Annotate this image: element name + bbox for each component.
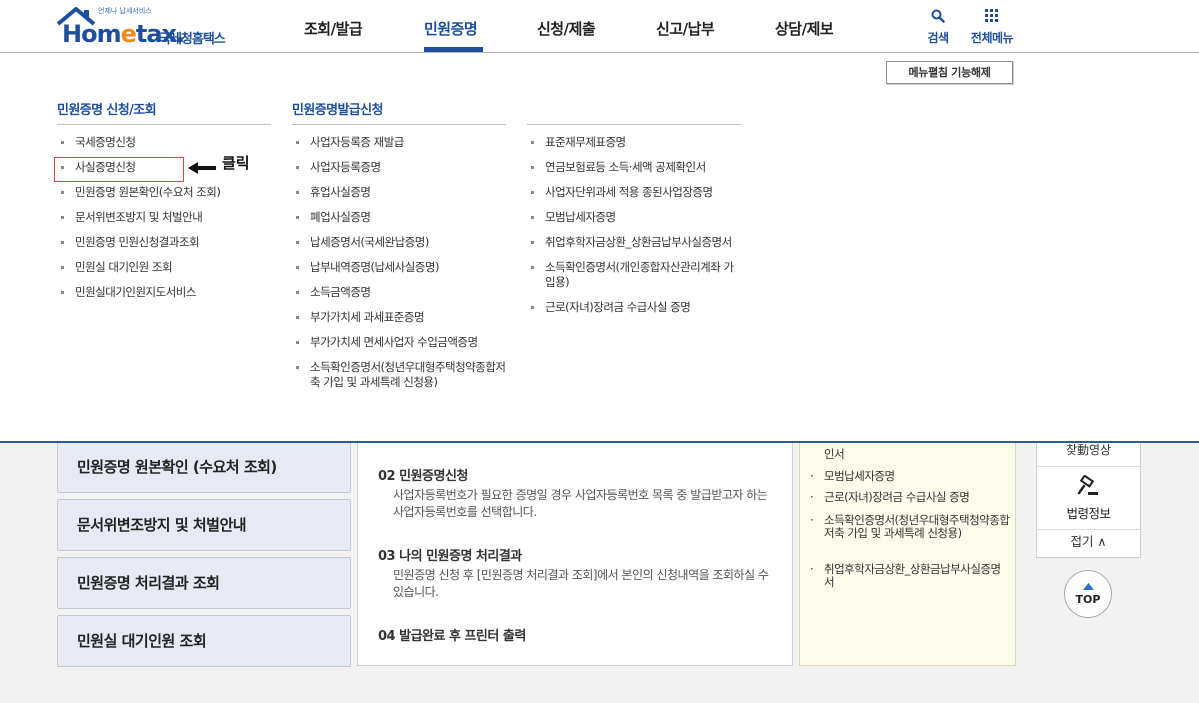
hometax-logo[interactable]: 언제나 납세서비스 Hometax. 국세청홈택스 <box>56 6 246 48</box>
click-annotation-label: 클릭 <box>222 154 250 172</box>
menu-item-model-taxpayer[interactable]: 모범납세자증명 <box>527 210 741 225</box>
header: 언제나 납세서비스 Hometax. 국세청홈택스 조회/발급 민원증명 신청/… <box>0 0 1199 53</box>
mega-menu-dropdown: 메뉴펼침 기능해제 민원증명 신청/조회 국세증명신청 사실증명신청 민원증명 … <box>0 53 1199 443</box>
menu-list-issuance-more: 표준재무제표증명 연금보험료등 소득·세액 공제확인서 사업자단위과세 적용 종… <box>527 135 741 315</box>
column-divider <box>292 124 506 125</box>
all-menu-label: 전체메뉴 <box>970 31 1014 45</box>
nav-civil-certificate[interactable]: 민원증명 <box>424 18 478 39</box>
menu-item-forgery-prevention[interactable]: 문서위변조방지 및 처벌안내 <box>57 210 271 225</box>
all-menu-button[interactable]: 전체메뉴 <box>968 8 1016 46</box>
list-item[interactable]: · 취업후학자금상환_상환금납부사실증명서 <box>810 563 1010 589</box>
law-info-label: 법령정보 <box>1066 506 1111 521</box>
menu-item-waiting-map[interactable]: 민원실대기인원지도서비스 <box>57 285 271 300</box>
step-title: 03 나의 민원증명 처리결과 <box>378 549 522 564</box>
step-title: 04 발급완료 후 프린터 출력 <box>378 629 526 644</box>
step-description: 민원증명 신청 후 [민원증명 처리결과 조회]에서 본인의 신청내역을 조회하… <box>393 568 769 599</box>
arrow-left-icon <box>188 162 216 174</box>
menu-item-business-registration-reissue[interactable]: 사업자등록증 재발급 <box>292 135 506 150</box>
menu-item-pension-deduction[interactable]: 연금보험료등 소득·세액 공제확인서 <box>527 160 741 175</box>
menu-item-tax-payment-certificate[interactable]: 납세증명서(국세완납증명) <box>292 235 506 250</box>
side-button-forgery-prevention[interactable]: 문서위변조방지 및 처벌안내 <box>57 499 351 551</box>
step-description: 사업자등록번호가 필요한 증명일 경우 사업자등록번호 목록 중 발급받고자 하… <box>393 488 768 519</box>
menu-item-earned-income-credit[interactable]: 근로(자녀)장려금 수급사실 증명 <box>527 300 741 315</box>
search-button[interactable]: 검색 <box>914 8 962 46</box>
arrow-up-icon <box>1083 583 1094 590</box>
menu-item-original-check[interactable]: 민원증명 원본확인(수요처 조회) <box>57 185 271 200</box>
menu-item-application-result[interactable]: 민원증명 민원신청결과조회 <box>57 235 271 250</box>
column-divider <box>527 124 741 125</box>
menu-item-subordinate-business[interactable]: 사업자단위과세 적용 종된사업장증명 <box>527 185 741 200</box>
menu-item-student-loan[interactable]: 취업후학자금상환_상환금납부사실증명서 <box>527 235 741 250</box>
active-nav-indicator <box>424 47 483 52</box>
law-info-button[interactable]: 법령정보 <box>1037 467 1140 530</box>
menu-item-income-confirm-isa[interactable]: 소득확인증명서(개인종합자산관리계좌 가입용) <box>527 260 741 290</box>
quick-menu-partial-item[interactable]: 찾動영상 <box>1037 439 1140 467</box>
column-title-civil-apply: 민원증명 신청/조회 <box>57 103 157 118</box>
nav-application-submission[interactable]: 신청/제출 <box>537 18 596 39</box>
gavel-icon <box>1077 475 1098 495</box>
list-item[interactable]: · 소득확인증명서(청년우대형주택청약종합저축 가입 및 과세특례 신청용) <box>810 514 1010 540</box>
menu-item-payment-history[interactable]: 납부내역증명(납세사실증명) <box>292 260 506 275</box>
list-item[interactable]: 인서 <box>810 448 1010 461</box>
scroll-top-button[interactable]: TOP <box>1064 570 1112 618</box>
menu-item-income-confirm-youth[interactable]: 소득확인증명서(청년우대형주택청약종합저축 가입 및 과세특례 신청용) <box>292 360 506 390</box>
side-button-waiting-count[interactable]: 민원실 대기인원 조회 <box>57 615 351 667</box>
side-button-processing-result[interactable]: 민원증명 처리결과 조회 <box>57 557 351 609</box>
menu-expand-toggle-button[interactable]: 메뉴펼침 기능해제 <box>886 61 1013 84</box>
menu-item-national-tax-certificate[interactable]: 국세증명신청 <box>57 135 271 150</box>
search-label: 검색 <box>927 31 949 45</box>
step-title: 02 민원증명신청 <box>378 469 468 484</box>
nav-report-payment[interactable]: 신고/납부 <box>656 18 715 39</box>
menu-item-income-amount[interactable]: 소득금액증명 <box>292 285 506 300</box>
quick-menu: 찾動영상 법령정보 접기 ∧ <box>1036 443 1141 558</box>
menu-list-issuance: 사업자등록증 재발급 사업자등록증명 휴업사실증명 폐업사실증명 납세증명서(국… <box>292 135 506 390</box>
menu-item-vat-exempt-income[interactable]: 부가가치세 면세사업자 수입금액증명 <box>292 335 506 350</box>
click-highlight-box <box>54 157 184 182</box>
grid-menu-icon <box>985 9 998 22</box>
column-title-issuance: 민원증명발급신청 <box>292 103 383 118</box>
fold-button[interactable]: 접기 ∧ <box>1037 531 1140 550</box>
menu-item-waiting-count[interactable]: 민원실 대기인원 조회 <box>57 260 271 275</box>
menu-item-vat-tax-base[interactable]: 부가가치세 과세표준증명 <box>292 310 506 325</box>
menu-item-standard-financial-statement[interactable]: 표준재무제표증명 <box>527 135 741 150</box>
guide-steps-panel: 02 민원증명신청 사업자등록번호가 필요한 증명일 경우 사업자등록번호 목록… <box>357 443 793 666</box>
logo-korean-name: 국세청홈택스 <box>159 32 226 47</box>
nav-consult-report[interactable]: 상담/제보 <box>775 18 834 39</box>
menu-item-closure-temporary[interactable]: 휴업사실증명 <box>292 185 506 200</box>
menu-item-business-registration-proof[interactable]: 사업자등록증명 <box>292 160 506 175</box>
certificate-list-panel: 인서 · 모범납세자증명 · 근로(자녀)장려금 수급사실 증명 · 소득확인증명서(… <box>799 443 1016 666</box>
top-label: TOP <box>1075 593 1101 606</box>
column-divider <box>57 124 271 125</box>
list-item[interactable]: · 모범납세자증명 <box>810 470 1010 483</box>
list-item[interactable]: · 근로(자녀)장려금 수급사실 증명 <box>810 491 1010 504</box>
logo-slogan: 언제나 납세서비스 <box>98 7 152 15</box>
side-button-original-check[interactable]: 민원증명 원본확인 (수요처 조회) <box>57 443 351 493</box>
nav-inquiry-issuance[interactable]: 조회/발급 <box>304 18 363 39</box>
search-icon <box>931 9 945 23</box>
menu-item-closure-business[interactable]: 폐업사실증명 <box>292 210 506 225</box>
